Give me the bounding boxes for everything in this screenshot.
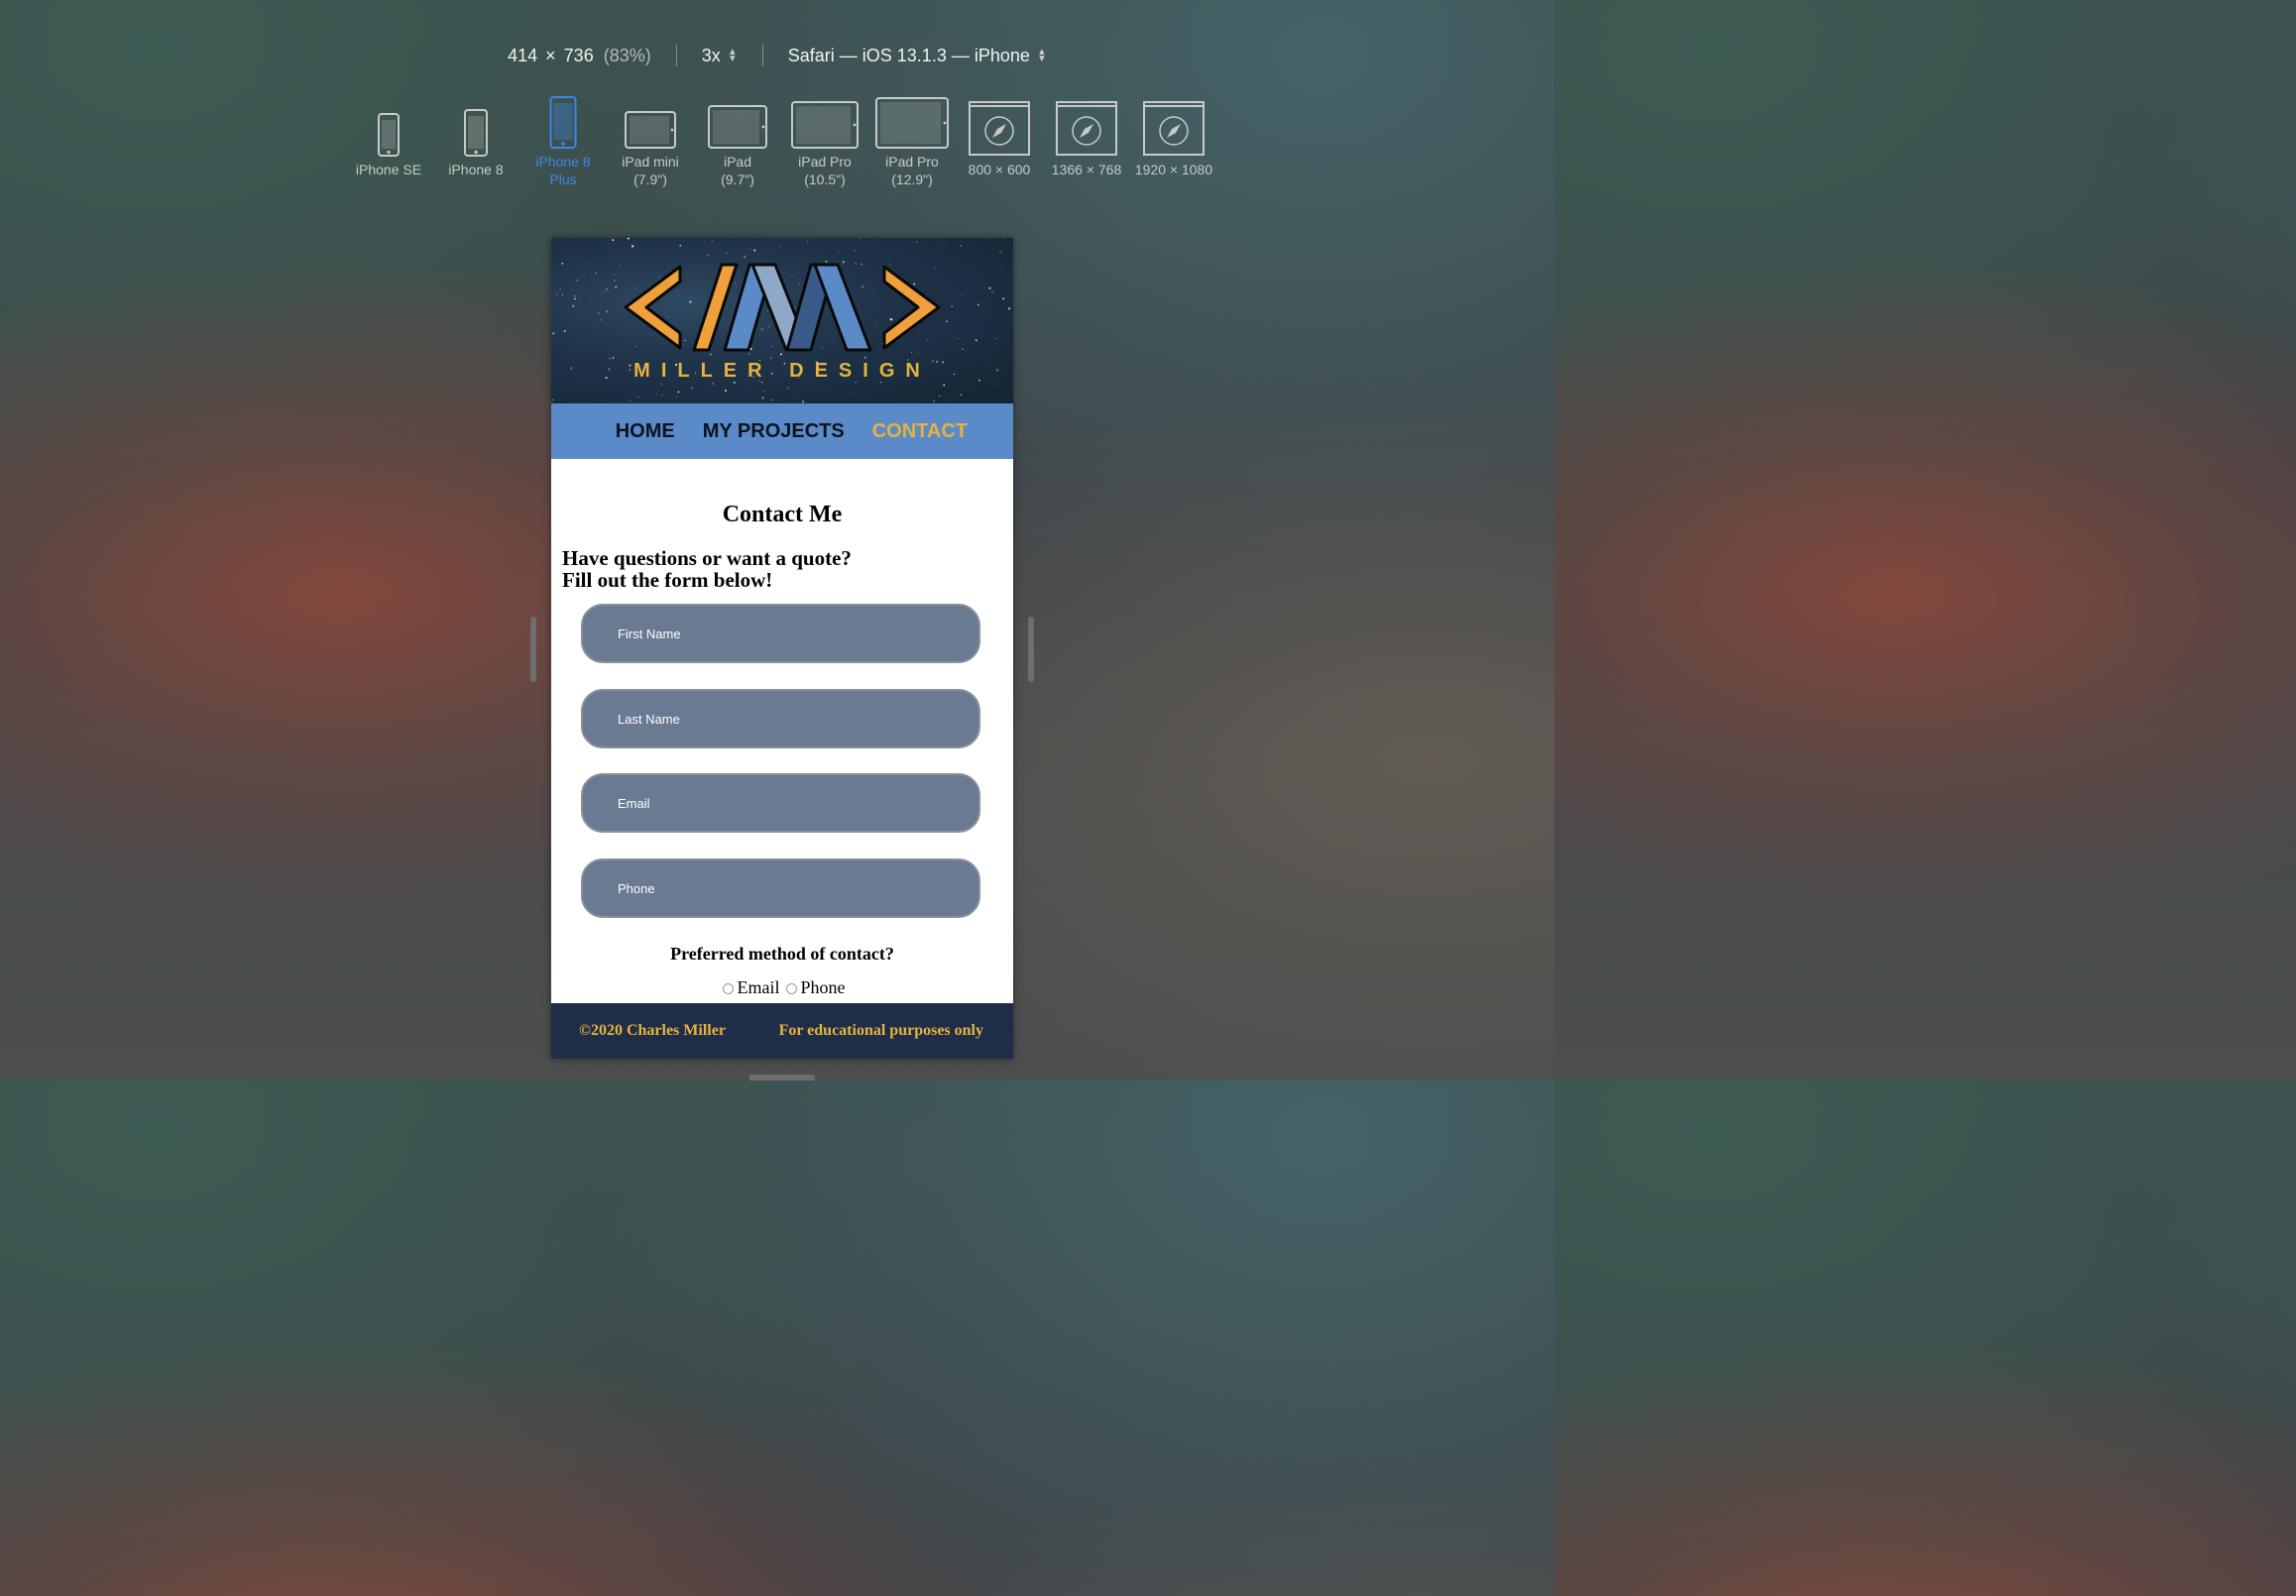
safari-icon bbox=[1056, 101, 1117, 156]
intro-line-1: Have questions or want a quote? bbox=[562, 546, 852, 570]
viewport-size-readout: 414 × 736 (83%) bbox=[508, 46, 651, 66]
pixel-ratio-value: 3x bbox=[701, 45, 721, 65]
last-name-field[interactable]: Last Name bbox=[581, 689, 980, 748]
device-label: iPad Pro (10.5") bbox=[798, 154, 852, 187]
updown-chevron-icon: ▴ ▾ bbox=[1039, 46, 1045, 64]
nav-my-projects[interactable]: MY PROJECTS bbox=[703, 420, 845, 443]
site-nav: HOME MY PROJECTS CONTACT bbox=[551, 403, 1013, 459]
device-ipad-mini[interactable]: iPad mini (7.9") bbox=[606, 91, 695, 188]
device-iphone-8[interactable]: iPhone 8 bbox=[431, 99, 520, 178]
safari-icon bbox=[1143, 101, 1205, 156]
responsive-toolbar: 414 × 736 (83%) 3x ▴ ▾ Safari — iOS 13.1.… bbox=[0, 38, 1554, 73]
device-viewport: MILLER DESIGN HOME MY PROJECTS CONTACT C… bbox=[551, 238, 1013, 1059]
tablet-icon bbox=[708, 105, 767, 149]
user-agent-value: Safari — iOS 13.1.3 — iPhone bbox=[787, 45, 1030, 65]
device-1366x768[interactable]: 1366 × 768 bbox=[1042, 99, 1131, 178]
email-field[interactable]: Email bbox=[581, 773, 980, 833]
device-ipad[interactable]: iPad (9.7") bbox=[693, 91, 782, 188]
tablet-icon bbox=[791, 101, 859, 149]
device-ipad-pro-12-9[interactable]: iPad Pro (12.9") bbox=[867, 91, 957, 188]
bottom-resize-handle[interactable] bbox=[749, 1075, 815, 1081]
device-label: 1366 × 768 bbox=[1051, 162, 1122, 177]
viewport-height: 736 bbox=[563, 45, 594, 65]
tablet-icon bbox=[625, 111, 676, 149]
phone-icon bbox=[378, 113, 400, 157]
field-placeholder: Phone bbox=[618, 880, 655, 896]
times-sign: × bbox=[545, 45, 556, 65]
left-resize-handle[interactable] bbox=[530, 617, 536, 682]
safari-icon bbox=[969, 101, 1030, 156]
disclaimer-text: For educational purposes only bbox=[778, 1022, 983, 1039]
device-iphone-se[interactable]: iPhone SE bbox=[344, 99, 433, 178]
tablet-icon bbox=[875, 97, 949, 149]
copyright-text: ©2020 Charles Miller bbox=[579, 1022, 726, 1039]
viewport-width: 414 bbox=[508, 45, 538, 65]
device-label: 1920 × 1080 bbox=[1134, 162, 1213, 177]
user-agent-select[interactable]: Safari — iOS 13.1.3 — iPhone ▴ ▾ bbox=[788, 46, 1047, 66]
miller-design-logo: MILLER DESIGN bbox=[624, 263, 941, 382]
field-placeholder: First Name bbox=[618, 626, 681, 641]
device-picker: iPhone SE iPhone 8 iPhone 8 Plus iPad mi… bbox=[0, 96, 1554, 198]
logo-wordmark: MILLER DESIGN bbox=[633, 360, 931, 382]
device-label: iPad Pro (12.9") bbox=[885, 154, 939, 187]
preferred-contact-label: Preferred method of contact? bbox=[670, 944, 894, 964]
contact-method-radios: Email Phone bbox=[551, 977, 1013, 998]
contact-section: Contact Me Have questions or want a quot… bbox=[551, 459, 1013, 1003]
first-name-field[interactable]: First Name bbox=[581, 604, 980, 663]
phone-field[interactable]: Phone bbox=[581, 858, 980, 918]
phone-radio[interactable] bbox=[785, 983, 797, 994]
pixel-ratio-select[interactable]: 3x ▴ ▾ bbox=[702, 46, 738, 66]
device-label: 800 × 600 bbox=[968, 162, 1031, 177]
site-footer: ©2020 Charles Miller For educational pur… bbox=[551, 1003, 1013, 1059]
device-label: iPhone 8 Plus bbox=[535, 154, 591, 187]
device-800x600[interactable]: 800 × 600 bbox=[955, 99, 1044, 178]
zoom-percent: (83%) bbox=[603, 45, 651, 65]
email-option-label: Email bbox=[737, 977, 780, 997]
device-label: iPhone 8 bbox=[448, 162, 504, 177]
nav-home[interactable]: HOME bbox=[616, 420, 675, 443]
field-placeholder: Email bbox=[618, 795, 650, 811]
device-iphone-8-plus[interactable]: iPhone 8 Plus bbox=[518, 91, 608, 188]
right-resize-handle[interactable] bbox=[1028, 617, 1034, 682]
phone-icon bbox=[549, 96, 577, 149]
email-radio[interactable] bbox=[722, 983, 734, 994]
device-1920x1080[interactable]: 1920 × 1080 bbox=[1129, 99, 1218, 178]
device-label: iPad mini (7.9") bbox=[622, 154, 679, 187]
updown-chevron-icon: ▴ ▾ bbox=[729, 46, 736, 64]
intro-text: Have questions or want a quote? Fill out… bbox=[562, 547, 998, 591]
phone-option-label: Phone bbox=[800, 977, 846, 997]
device-label: iPhone SE bbox=[355, 162, 422, 177]
device-ipad-pro-10-5[interactable]: iPad Pro (10.5") bbox=[780, 91, 869, 188]
toolbar-divider bbox=[675, 45, 677, 66]
page-title: Contact Me bbox=[722, 502, 843, 527]
intro-line-2: Fill out the form below! bbox=[562, 568, 773, 592]
device-label: iPad (9.7") bbox=[721, 154, 754, 187]
toolbar-divider bbox=[761, 45, 763, 66]
phone-icon bbox=[464, 109, 488, 157]
site-header-banner: MILLER DESIGN bbox=[551, 238, 1013, 403]
field-placeholder: Last Name bbox=[618, 711, 680, 727]
nav-contact[interactable]: CONTACT bbox=[872, 420, 968, 443]
